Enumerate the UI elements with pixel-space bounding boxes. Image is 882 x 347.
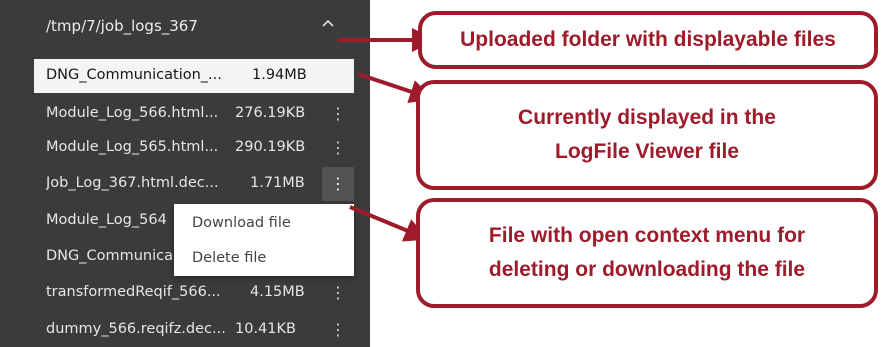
callout-current-file: Currently displayed in the LogFile Viewe… — [416, 80, 878, 190]
callout-context-menu: File with open context menu for deleting… — [416, 198, 878, 308]
context-arrow — [349, 205, 429, 242]
callout-uploaded-folder: Uploaded folder with displayable files — [418, 11, 878, 69]
